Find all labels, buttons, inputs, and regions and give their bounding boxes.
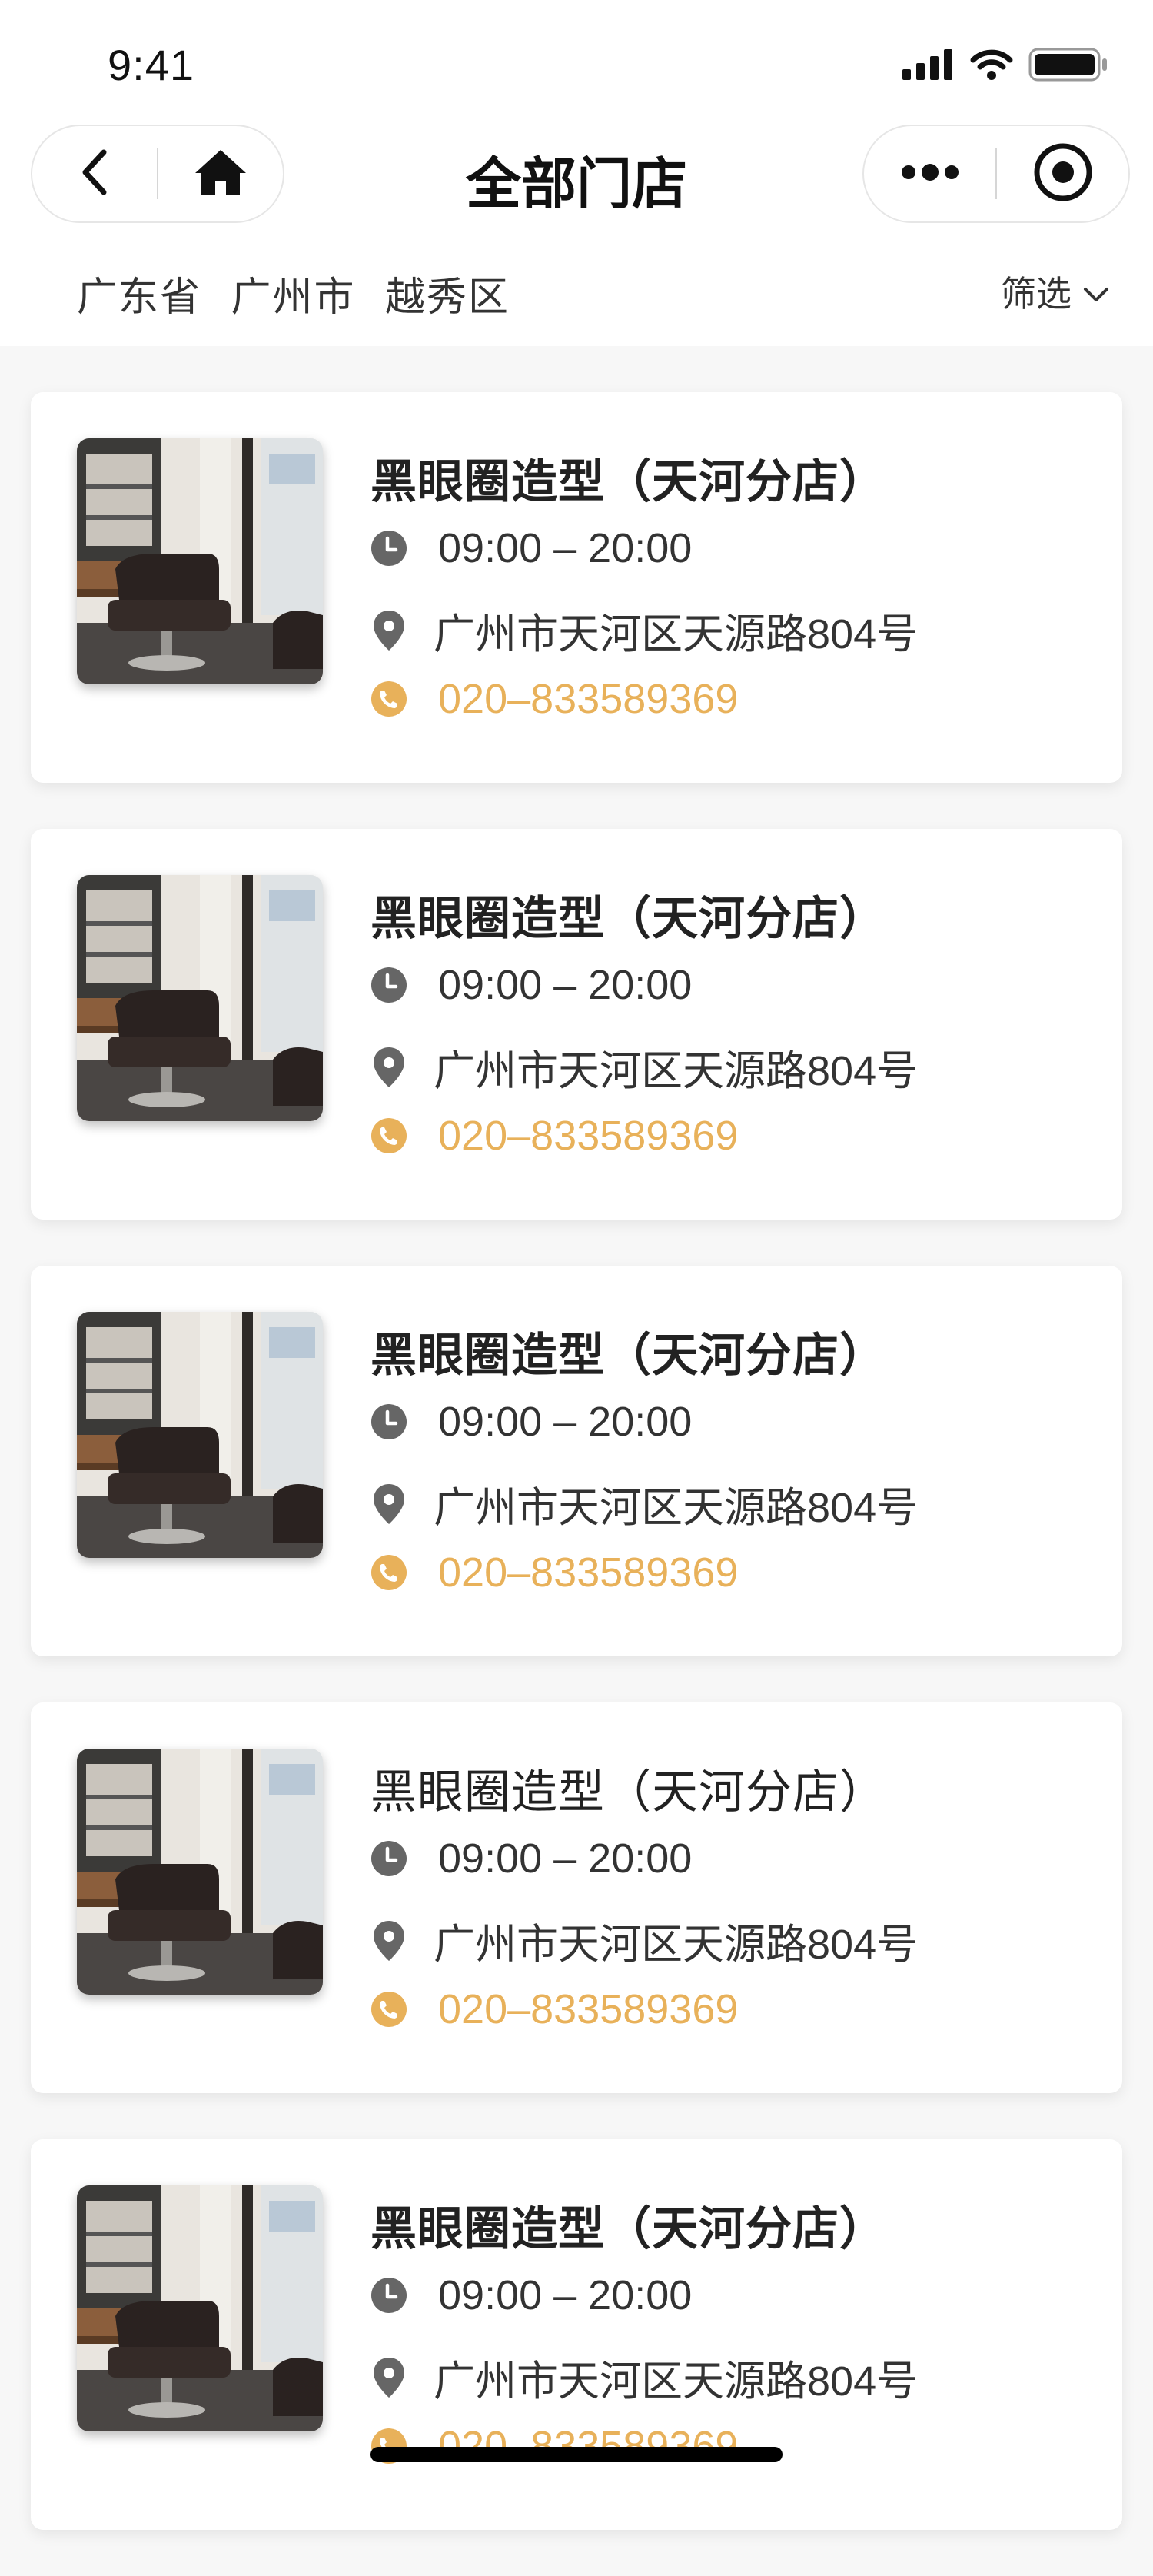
store-address-row[interactable]: 广州市天河区天源路804号 <box>370 600 918 661</box>
region-selector[interactable]: 广东省 广州市 越秀区 <box>77 265 527 322</box>
phone-icon <box>370 681 407 717</box>
store-name: 黑眼圈造型（天河分店） <box>370 456 886 508</box>
store-photo <box>77 875 323 1121</box>
battery-icon <box>1028 48 1108 82</box>
store-phone[interactable]: 020–833589369 <box>438 1112 738 1160</box>
store-hours: 09:00 – 20:00 <box>438 2272 693 2318</box>
store-name: 黑眼圈造型（天河分店） <box>370 2203 886 2255</box>
store-photo <box>77 2185 323 2431</box>
store-address-row[interactable]: 广州市天河区天源路804号 <box>370 1910 918 1971</box>
store-name: 黑眼圈造型（天河分店） <box>370 1766 886 1818</box>
phone-icon <box>370 1117 407 1154</box>
store-address: 广州市天河区天源路804号 <box>434 1485 919 1531</box>
store-phone-row[interactable]: 020–833589369 <box>370 1985 738 2033</box>
store-phone-row[interactable]: 020–833589369 <box>370 1112 738 1160</box>
store-hours-row: 09:00 – 20:00 <box>370 2271 692 2319</box>
store-photo <box>77 1312 323 1558</box>
store-address-row[interactable]: 广州市天河区天源路804号 <box>370 1037 918 1097</box>
target-icon <box>1032 141 1094 207</box>
store-name: 黑眼圈造型（天河分店） <box>370 893 886 944</box>
more-button[interactable] <box>864 126 995 221</box>
store-phone-row[interactable]: 020–833589369 <box>370 1549 738 1596</box>
store-hours: 09:00 – 20:00 <box>438 1399 693 1445</box>
clock-icon <box>370 530 407 567</box>
store-phone-row[interactable]: 020–833589369 <box>370 2422 738 2470</box>
store-address: 广州市天河区天源路804号 <box>434 611 919 657</box>
store-address: 广州市天河区天源路804号 <box>434 1922 919 1968</box>
filter-button[interactable]: 筛选 <box>1001 266 1110 317</box>
store-hours: 09:00 – 20:00 <box>438 525 693 571</box>
store-hours-row: 09:00 – 20:00 <box>370 1398 692 1446</box>
wifi-icon <box>970 49 1013 80</box>
store-card[interactable]: 黑眼圈造型（天河分店） 09:00 – 20:00 广州市天河区天源路804号 … <box>31 1702 1122 2093</box>
store-phone[interactable]: 020–833589369 <box>438 1549 738 1596</box>
store-list: 黑眼圈造型（天河分店） 09:00 – 20:00 广州市天河区天源路804号 … <box>31 392 1122 2576</box>
chevron-down-icon <box>1082 271 1110 312</box>
region-province: 广东省 <box>77 275 202 320</box>
store-card[interactable]: 黑眼圈造型（天河分店） 09:00 – 20:00 广州市天河区天源路804号 … <box>31 1266 1122 1656</box>
phone-icon <box>370 1554 407 1591</box>
home-indicator <box>370 2447 783 2462</box>
store-phone[interactable]: 020–833589369 <box>438 1985 738 2033</box>
signal-icon <box>902 49 955 80</box>
store-phone-row[interactable]: 020–833589369 <box>370 675 738 723</box>
store-card[interactable]: 黑眼圈造型（天河分店） 09:00 – 20:00 广州市天河区天源路804号 … <box>31 2139 1122 2530</box>
location-pin-icon <box>370 1920 407 1961</box>
store-card[interactable]: 黑眼圈造型（天河分店） 09:00 – 20:00 广州市天河区天源路804号 … <box>31 392 1122 783</box>
store-photo <box>77 1749 323 1995</box>
store-address-row[interactable]: 广州市天河区天源路804号 <box>370 1473 918 1534</box>
close-miniprogram-button[interactable] <box>997 126 1128 221</box>
store-hours-row: 09:00 – 20:00 <box>370 1835 692 1882</box>
store-address: 广州市天河区天源路804号 <box>434 2358 919 2405</box>
store-hours: 09:00 – 20:00 <box>438 962 693 1008</box>
clock-icon <box>370 967 407 1003</box>
clock-icon <box>370 2277 407 2314</box>
store-phone[interactable]: 020–833589369 <box>438 2422 738 2470</box>
filter-label: 筛选 <box>1001 274 1072 314</box>
location-pin-icon <box>370 610 407 651</box>
store-card[interactable]: 黑眼圈造型（天河分店） 09:00 – 20:00 广州市天河区天源路804号 … <box>31 829 1122 1220</box>
top-bar: 9:41 全部门店 广东省 广州市 越秀区 筛选 <box>0 0 1153 346</box>
store-hours-row: 09:00 – 20:00 <box>370 961 692 1009</box>
store-address-row[interactable]: 广州市天河区天源路804号 <box>370 2347 918 2408</box>
store-phone[interactable]: 020–833589369 <box>438 675 738 723</box>
location-pin-icon <box>370 1483 407 1524</box>
nav-capsule-right <box>862 125 1130 223</box>
store-hours: 09:00 – 20:00 <box>438 1835 693 1882</box>
clock-icon <box>370 1840 407 1877</box>
store-photo <box>77 438 323 684</box>
status-icons <box>902 48 1108 82</box>
status-time: 9:41 <box>108 41 194 89</box>
store-name: 黑眼圈造型（天河分店） <box>370 1330 886 1381</box>
store-address: 广州市天河区天源路804号 <box>434 1048 919 1094</box>
phone-icon <box>370 1991 407 2028</box>
region-city: 广州市 <box>231 275 356 320</box>
store-hours-row: 09:00 – 20:00 <box>370 524 692 572</box>
location-pin-icon <box>370 2357 407 2398</box>
more-dots-icon <box>899 163 961 185</box>
clock-icon <box>370 1403 407 1440</box>
region-district: 越秀区 <box>384 275 510 320</box>
location-pin-icon <box>370 1047 407 1087</box>
